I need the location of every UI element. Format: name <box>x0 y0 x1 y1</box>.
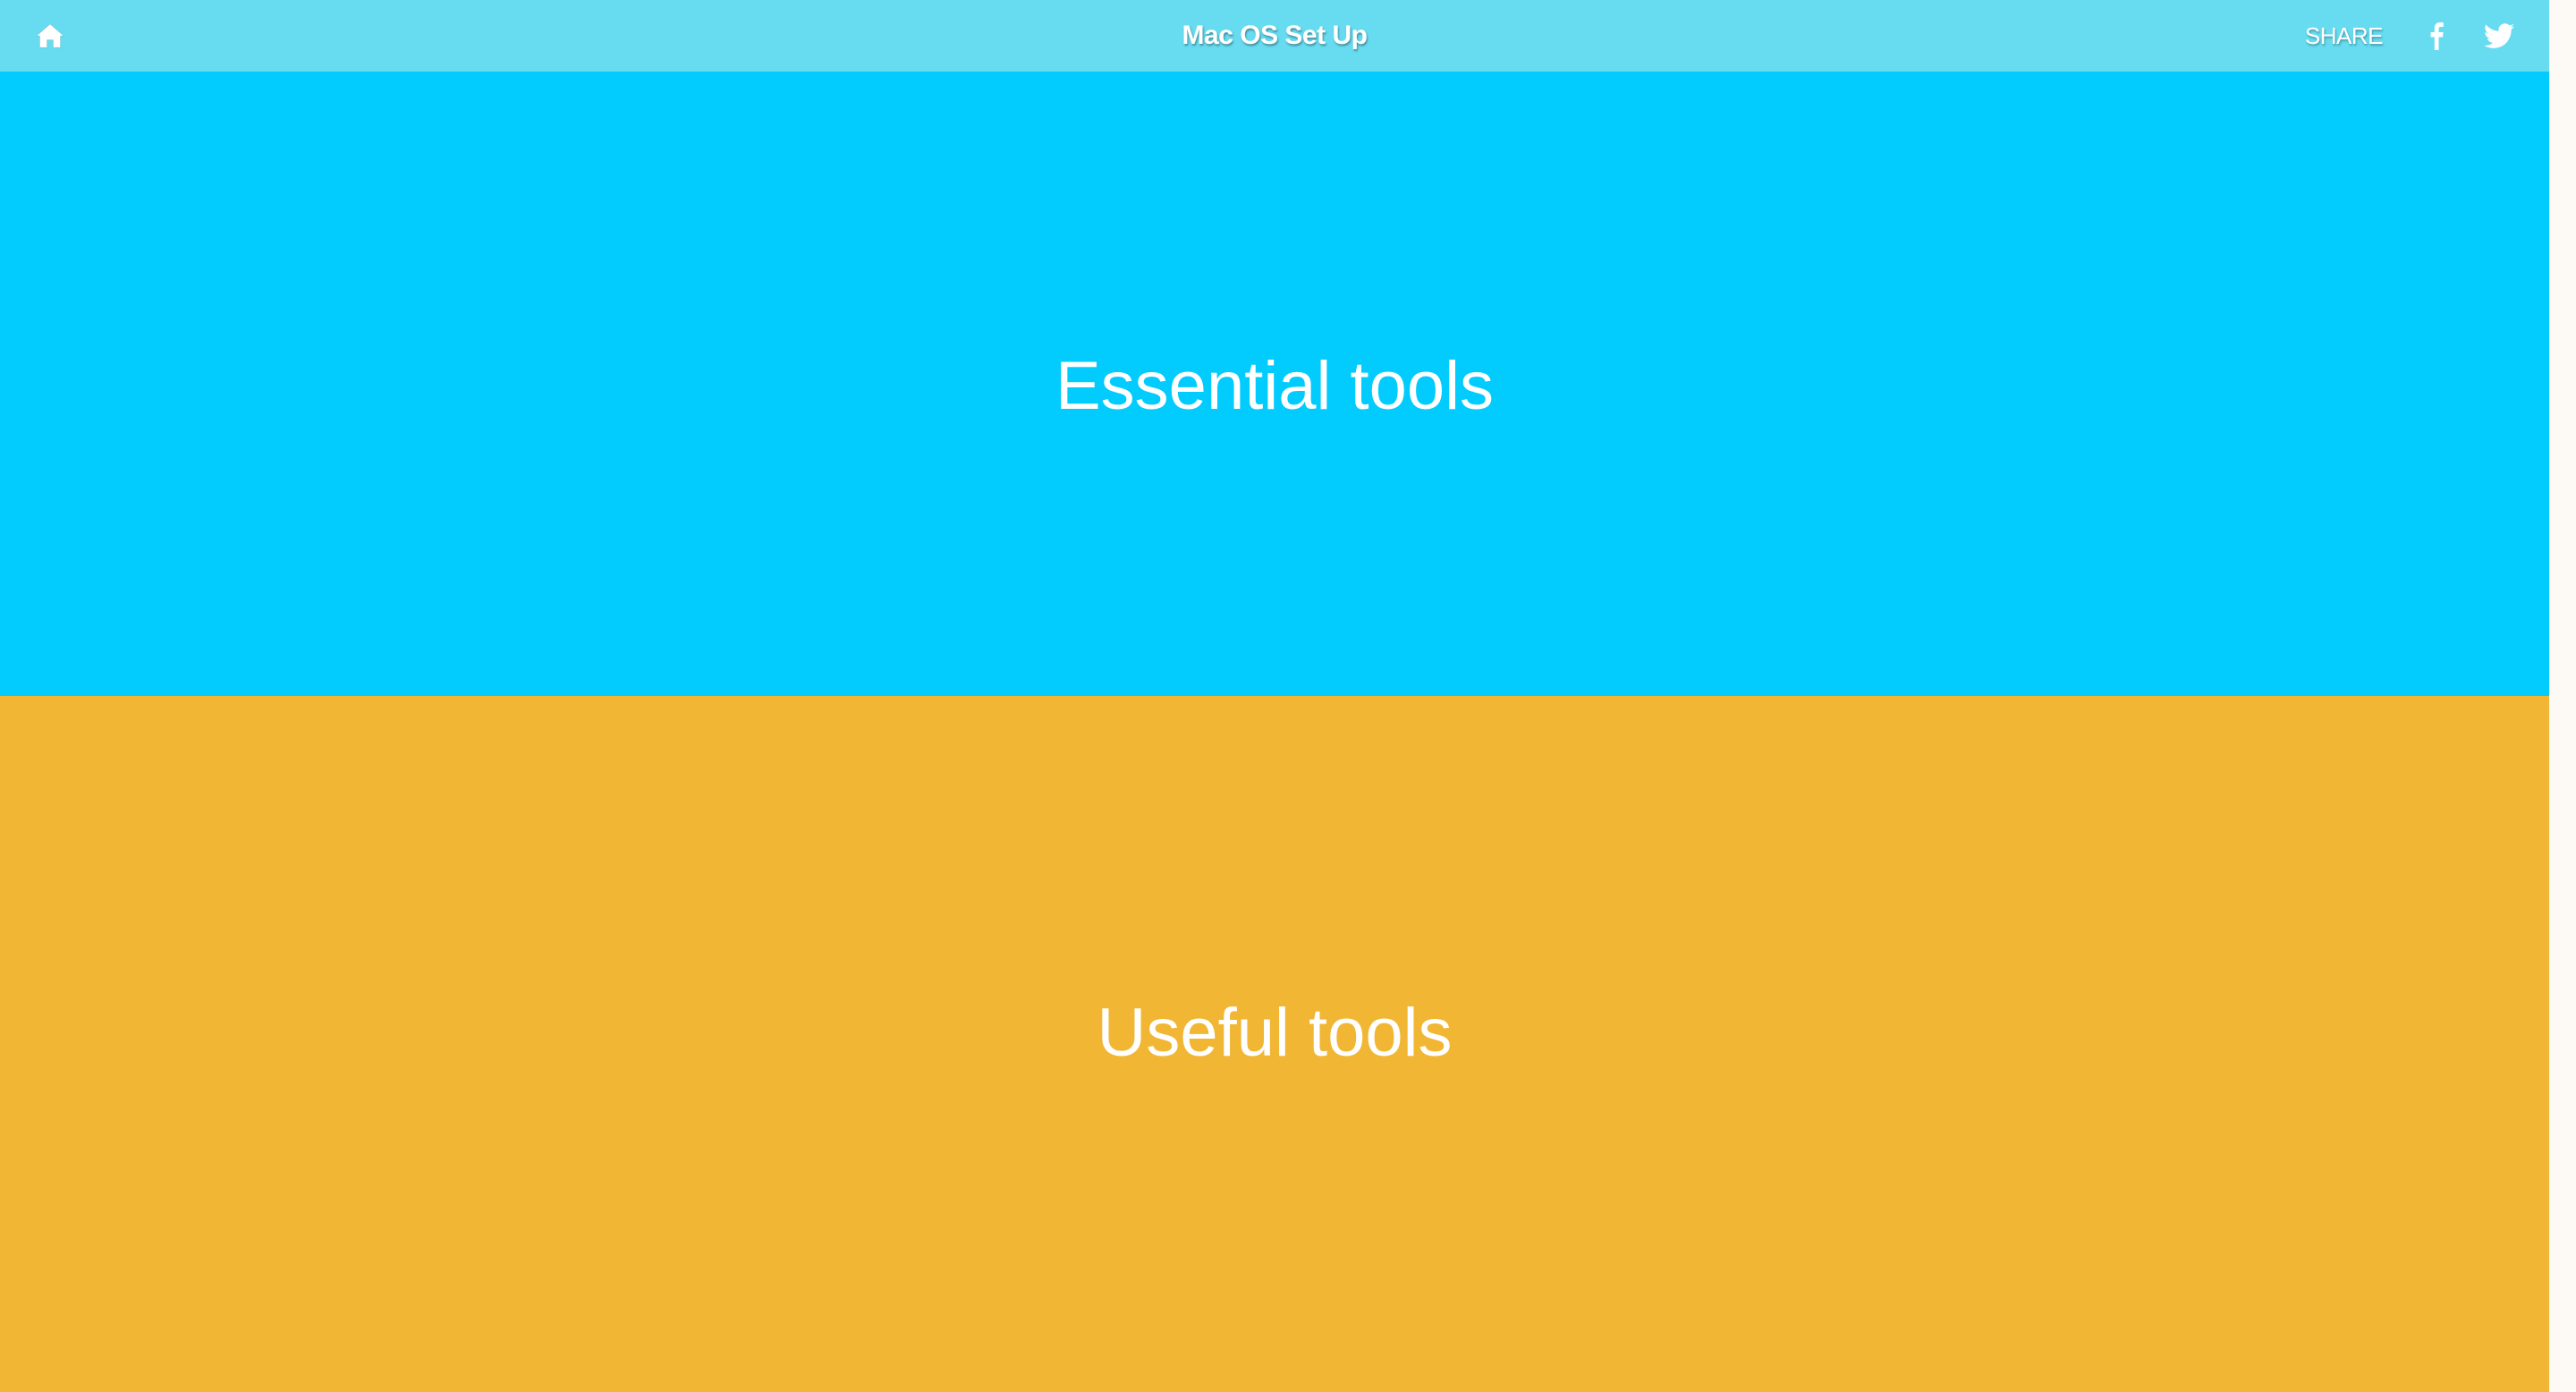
share-label[interactable]: SHARE <box>2305 22 2384 50</box>
share-group: SHARE <box>2305 18 2517 54</box>
page: Mac OS Set Up SHARE Essential tools Usef… <box>0 0 2549 1392</box>
home-button[interactable] <box>32 18 68 54</box>
section-title: Essential tools <box>1055 347 1495 424</box>
twitter-icon <box>2484 23 2514 48</box>
useful-tools-section[interactable]: Useful tools <box>0 696 2549 1392</box>
facebook-share-button[interactable] <box>2419 18 2454 54</box>
home-icon <box>36 23 64 48</box>
top-navigation-bar: Mac OS Set Up SHARE <box>0 0 2549 72</box>
essential-tools-section[interactable]: Essential tools <box>0 72 2549 696</box>
twitter-share-button[interactable] <box>2481 18 2517 54</box>
site-title: Mac OS Set Up <box>1182 21 1368 50</box>
facebook-icon <box>2430 22 2444 50</box>
section-title: Useful tools <box>1097 994 1453 1071</box>
